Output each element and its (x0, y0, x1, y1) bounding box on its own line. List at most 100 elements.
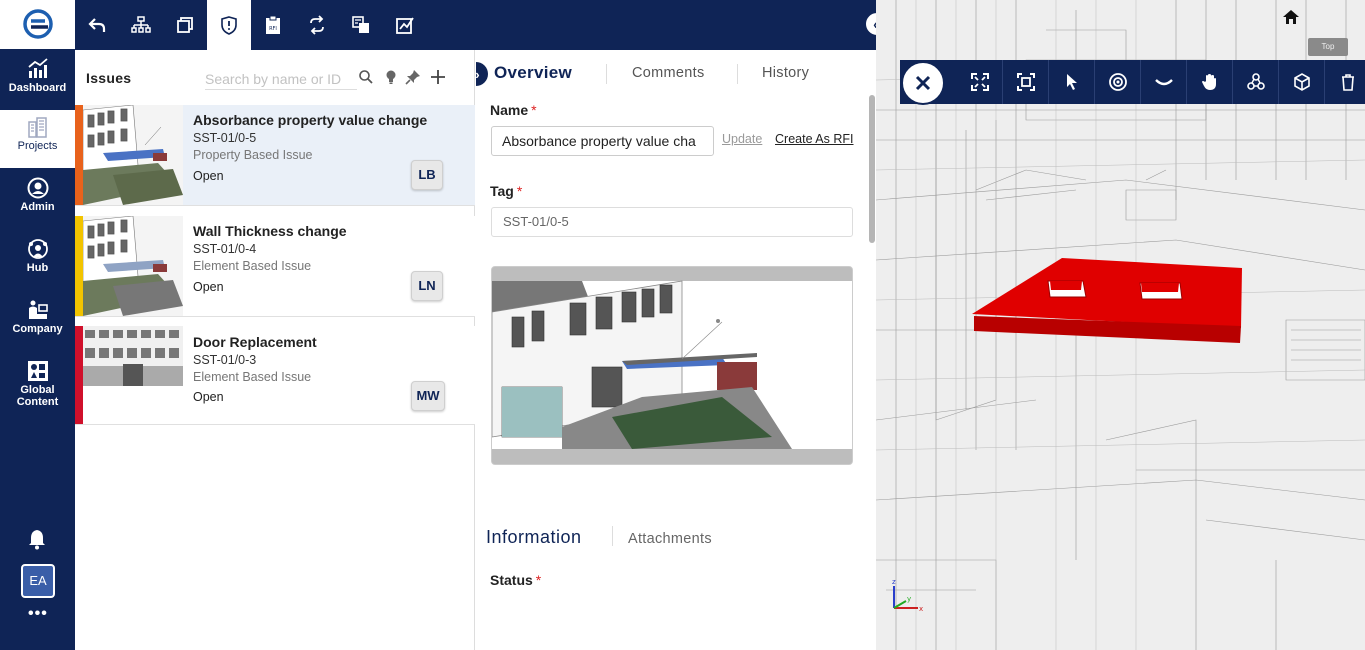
name-label: Name * (490, 102, 537, 118)
sync-button[interactable] (295, 0, 339, 50)
issue-name: Wall Thickness change (193, 223, 347, 239)
create-as-rfi-link[interactable]: Create As RFI (775, 132, 854, 146)
expand-detail-icon[interactable]: » (476, 62, 488, 86)
user-avatar[interactable]: EA (21, 564, 55, 598)
issue-tag: SST-01/0-4 (193, 242, 257, 256)
global-content-icon (27, 361, 48, 381)
svg-text:z: z (892, 578, 896, 586)
model-viewer[interactable]: Top z y x (876, 0, 1365, 650)
search-icon[interactable] (358, 69, 374, 85)
frame-selection-button[interactable] (1003, 60, 1049, 104)
issue-card[interactable]: Absorbance property value change SST-01/… (75, 105, 475, 206)
pan-tool-button[interactable] (1187, 60, 1233, 104)
pin-icon[interactable] (405, 69, 421, 85)
issue-priority-stripe (75, 105, 83, 205)
orbit-tool-button[interactable] (1095, 60, 1141, 104)
sync-icon (310, 15, 324, 35)
bulb-icon[interactable] (383, 69, 399, 85)
issue-priority-stripe (75, 326, 83, 424)
back-arrow-icon (88, 18, 106, 32)
tab-history[interactable]: History (762, 65, 809, 81)
detail-scrollbar[interactable] (869, 95, 875, 243)
issue-thumbnail (83, 326, 183, 386)
issue-assignee-badge[interactable]: LB (411, 160, 443, 190)
tab-information[interactable]: Information (486, 527, 582, 548)
view-cube[interactable]: Top (1308, 38, 1348, 56)
tab-overview[interactable]: Overview (494, 63, 572, 83)
issue-tag: SST-01/0-3 (193, 353, 257, 367)
fullscreen-icon (970, 73, 989, 91)
section-box-button[interactable] (1279, 60, 1325, 104)
issue-type: Element Based Issue (193, 259, 312, 273)
orbit-icon (1108, 73, 1127, 91)
nav-admin[interactable]: Admin (0, 171, 75, 229)
issue-snapshot-image[interactable] (491, 266, 853, 465)
back-button[interactable] (75, 0, 119, 50)
tab-divider (612, 526, 613, 546)
chart-icon (27, 58, 48, 78)
look-tool-button[interactable] (1141, 60, 1187, 104)
notification-bell-icon[interactable] (27, 528, 47, 550)
more-menu-icon[interactable]: ••• (28, 605, 48, 623)
add-issue-icon[interactable] (430, 69, 446, 85)
issue-assignee-badge[interactable]: LN (411, 271, 443, 301)
cube-icon (1293, 73, 1310, 91)
issue-card[interactable]: Wall Thickness change SST-01/0-4 Element… (75, 216, 475, 317)
svg-text:y: y (907, 595, 911, 603)
trash-icon (1342, 74, 1354, 91)
nav-global-content[interactable]: Global Content (0, 354, 75, 414)
issue-search-input[interactable] (205, 68, 357, 90)
tag-field: SST-01/0-5 (491, 207, 853, 237)
delete-button[interactable] (1325, 60, 1365, 104)
name-input[interactable] (491, 126, 714, 156)
rfi-button[interactable]: RFI (251, 0, 295, 50)
hierarchy-icon (131, 16, 151, 33)
compare-button[interactable] (339, 0, 383, 50)
tab-comments[interactable]: Comments (632, 65, 705, 81)
issue-thumbnail (83, 105, 183, 205)
nav-dashboard[interactable]: Dashboard (0, 52, 75, 110)
shield-icon (221, 16, 237, 35)
viewer-toolbar (900, 60, 1365, 104)
issue-card[interactable]: Door Replacement SST-01/0-3 Element Base… (75, 326, 475, 425)
copy-button[interactable] (163, 0, 207, 50)
measure-icon (396, 17, 414, 34)
close-viewer-button[interactable] (901, 61, 945, 105)
hub-icon (27, 239, 48, 259)
update-link[interactable]: Update (722, 132, 762, 146)
tag-label: Tag * (490, 183, 523, 199)
svg-text:RFI: RFI (269, 26, 277, 32)
top-toolbar: RFI (75, 0, 877, 50)
issue-name: Door Replacement (193, 334, 317, 350)
status-label: Status * (490, 572, 542, 588)
issue-thumbnail (83, 216, 183, 316)
fit-to-view-button[interactable] (957, 60, 1003, 104)
svg-text:x: x (919, 605, 923, 613)
select-tool-button[interactable] (1049, 60, 1095, 104)
issue-type: Property Based Issue (193, 148, 313, 162)
model-tree-button[interactable] (1233, 60, 1279, 104)
nav-projects[interactable]: Projects (0, 110, 75, 168)
nav-hub[interactable]: Hub (0, 232, 75, 290)
left-nav: Dashboard Projects Admin Hub Company Glo… (0, 0, 75, 650)
measure-button[interactable] (383, 0, 427, 50)
tab-attachments[interactable]: Attachments (628, 531, 712, 547)
nav-company[interactable]: Company (0, 293, 75, 351)
close-icon (915, 75, 931, 91)
compare-icon (352, 16, 369, 33)
model-tree-icon (1246, 73, 1265, 90)
hierarchy-button[interactable] (119, 0, 163, 50)
issue-assignee-badge[interactable]: MW (411, 381, 445, 411)
issue-priority-stripe (75, 216, 83, 316)
issues-button[interactable] (207, 0, 251, 50)
issues-panel: Issues Abs (75, 50, 475, 650)
company-icon (28, 300, 48, 319)
rfi-clipboard-icon: RFI (266, 15, 280, 34)
home-icon[interactable] (1282, 9, 1300, 25)
user-circle-icon (27, 177, 48, 199)
hand-icon (1201, 74, 1216, 90)
tab-divider (737, 64, 738, 84)
issues-title: Issues (86, 70, 132, 86)
tab-divider (606, 64, 607, 84)
app-logo[interactable] (0, 0, 75, 49)
